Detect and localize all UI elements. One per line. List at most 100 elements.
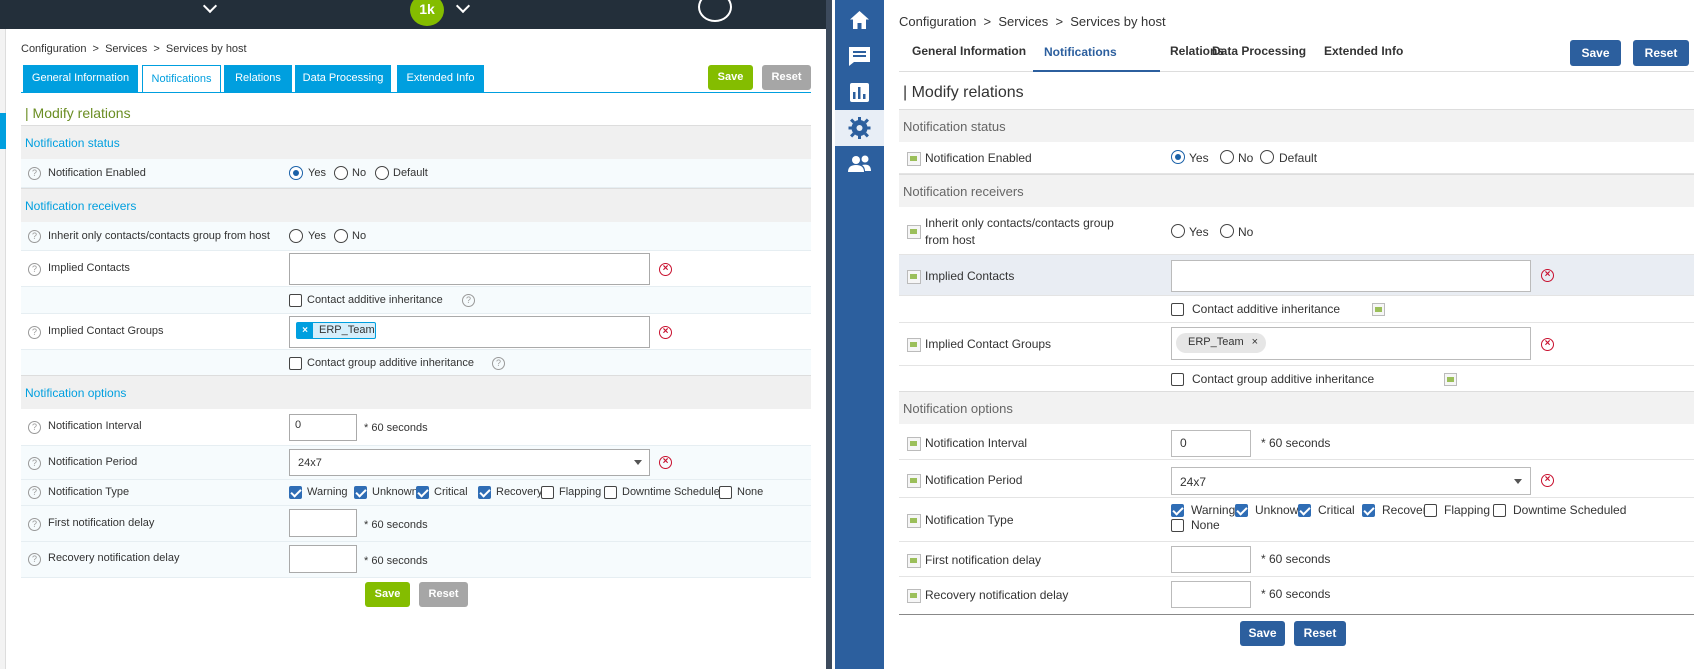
period-select[interactable]: 24x7 xyxy=(289,449,650,476)
help-icon[interactable]: ? xyxy=(28,518,41,531)
remove-tag-icon[interactable]: × xyxy=(1252,336,1258,348)
type-recovery-checkbox[interactable] xyxy=(1362,504,1375,517)
tab-general-information[interactable]: General Information xyxy=(912,44,1026,58)
sidebar-item-home[interactable] xyxy=(835,2,884,38)
type-downtime-scheduled-checkbox[interactable] xyxy=(604,486,617,499)
dropdown-arrow-icon[interactable] xyxy=(1514,479,1522,484)
type-critical-checkbox[interactable] xyxy=(416,486,429,499)
help-image-icon[interactable] xyxy=(907,589,921,603)
bottom-reset-button[interactable]: Reset xyxy=(419,582,468,607)
interval-input[interactable]: 0 xyxy=(289,414,357,441)
help-icon[interactable]: ? xyxy=(28,421,41,434)
help-icon[interactable]: ? xyxy=(28,457,41,470)
clear-icon[interactable]: × xyxy=(659,326,672,339)
clear-icon[interactable]: × xyxy=(1541,474,1554,487)
enabled-yes-radio[interactable] xyxy=(1171,150,1185,164)
help-image-icon[interactable] xyxy=(907,474,921,488)
help-icon[interactable]: ? xyxy=(28,553,41,566)
type-flapping-checkbox[interactable] xyxy=(1424,504,1437,517)
help-icon[interactable]: ? xyxy=(28,326,41,339)
implied-contacts-select[interactable] xyxy=(1171,260,1531,292)
type-none-checkbox[interactable] xyxy=(719,486,732,499)
clear-icon[interactable]: × xyxy=(659,456,672,469)
reset-button[interactable]: Reset xyxy=(762,65,811,90)
help-icon[interactable]: ? xyxy=(28,486,41,499)
sidebar-item-administration[interactable] xyxy=(835,146,884,182)
implied-contacts-select[interactable] xyxy=(289,253,650,285)
user-avatar-icon[interactable] xyxy=(698,0,732,22)
tab-data-processing[interactable]: Data Processing xyxy=(1212,44,1306,58)
clear-icon[interactable]: × xyxy=(659,263,672,276)
clear-icon[interactable]: × xyxy=(1541,269,1554,282)
remove-tag-icon[interactable]: × xyxy=(297,323,313,338)
type-critical-checkbox[interactable] xyxy=(1298,504,1311,517)
save-button[interactable]: Save xyxy=(708,65,753,90)
bottom-save-button[interactable]: Save xyxy=(1240,621,1285,646)
chevron-down-icon[interactable] xyxy=(455,0,471,14)
inherit-no-radio[interactable] xyxy=(334,229,348,243)
help-icon[interactable]: ? xyxy=(28,167,41,180)
help-image-icon[interactable] xyxy=(907,437,921,451)
first-delay-input[interactable] xyxy=(1171,546,1251,573)
sidebar-item-reporting[interactable] xyxy=(835,74,884,110)
help-image-icon[interactable] xyxy=(907,152,921,166)
tab-extended-info[interactable]: Extended Info xyxy=(1324,44,1403,58)
group-additive-checkbox[interactable] xyxy=(1171,373,1184,386)
type-recovery-checkbox[interactable] xyxy=(478,486,491,499)
implied-contact-groups-select[interactable]: ERP_Team × xyxy=(1171,327,1531,360)
selected-tag[interactable]: ERP_Team × xyxy=(1176,333,1266,353)
reset-button[interactable]: Reset xyxy=(1633,40,1689,66)
enabled-default-radio[interactable] xyxy=(375,166,389,180)
help-image-icon[interactable] xyxy=(907,270,921,284)
help-image-icon[interactable] xyxy=(1372,303,1385,316)
enabled-no-radio[interactable] xyxy=(334,166,348,180)
sidebar-item-configuration[interactable] xyxy=(835,110,884,146)
recovery-delay-input[interactable] xyxy=(289,545,357,573)
save-button[interactable]: Save xyxy=(1570,40,1621,66)
type-unknown-checkbox[interactable] xyxy=(1235,504,1248,517)
help-image-icon[interactable] xyxy=(907,338,921,352)
inherit-yes-radio[interactable] xyxy=(1171,224,1185,238)
inherit-no-radio[interactable] xyxy=(1220,224,1234,238)
type-warning-checkbox[interactable] xyxy=(289,486,302,499)
group-additive-checkbox[interactable] xyxy=(289,357,302,370)
type-none-checkbox[interactable] xyxy=(1171,519,1184,532)
type-unknown-checkbox[interactable] xyxy=(354,486,367,499)
selected-tag[interactable]: × ERP_Team xyxy=(296,322,376,339)
help-image-icon[interactable] xyxy=(907,514,921,528)
tab-data-processing[interactable]: Data Processing xyxy=(295,65,391,92)
help-icon[interactable]: ? xyxy=(492,357,505,370)
tab-relations[interactable]: Relations xyxy=(224,65,292,92)
sidebar-item-monitoring[interactable] xyxy=(835,38,884,74)
interval-input[interactable]: 0 xyxy=(1171,430,1251,457)
type-downtime-scheduled-checkbox[interactable] xyxy=(1493,504,1506,517)
help-icon[interactable]: ? xyxy=(462,294,475,307)
help-icon[interactable]: ? xyxy=(28,263,41,276)
enabled-no-radio[interactable] xyxy=(1220,150,1234,164)
dropdown-arrow-icon[interactable] xyxy=(634,460,642,465)
enabled-default-radio[interactable] xyxy=(1260,150,1274,164)
enabled-yes-radio[interactable] xyxy=(289,166,303,180)
first-delay-input[interactable] xyxy=(289,509,357,537)
bottom-reset-button[interactable]: Reset xyxy=(1294,621,1346,646)
type-warning-checkbox[interactable] xyxy=(1171,504,1184,517)
tab-extended-info[interactable]: Extended Info xyxy=(397,65,484,92)
help-image-icon[interactable] xyxy=(907,554,921,568)
bottom-save-button[interactable]: Save xyxy=(365,582,410,607)
clear-icon[interactable]: × xyxy=(1541,338,1554,351)
period-select[interactable]: 24x7 xyxy=(1171,467,1531,495)
tab-notifications[interactable]: Notifications xyxy=(142,65,221,93)
implied-contact-groups-select[interactable]: × ERP_Team xyxy=(289,316,650,348)
help-image-icon[interactable] xyxy=(907,225,921,239)
counter-badge[interactable]: 1k xyxy=(410,0,444,26)
help-image-icon[interactable] xyxy=(1444,373,1457,386)
tab-general-information[interactable]: General Information xyxy=(23,65,138,92)
inherit-yes-radio[interactable] xyxy=(289,229,303,243)
help-icon[interactable]: ? xyxy=(28,230,41,243)
contact-additive-checkbox[interactable] xyxy=(1171,303,1184,316)
contact-additive-checkbox[interactable] xyxy=(289,294,302,307)
recovery-delay-input[interactable] xyxy=(1171,581,1251,608)
tab-notifications[interactable]: Notifications xyxy=(1044,45,1117,59)
chevron-down-icon[interactable] xyxy=(202,0,218,14)
type-flapping-checkbox[interactable] xyxy=(541,486,554,499)
